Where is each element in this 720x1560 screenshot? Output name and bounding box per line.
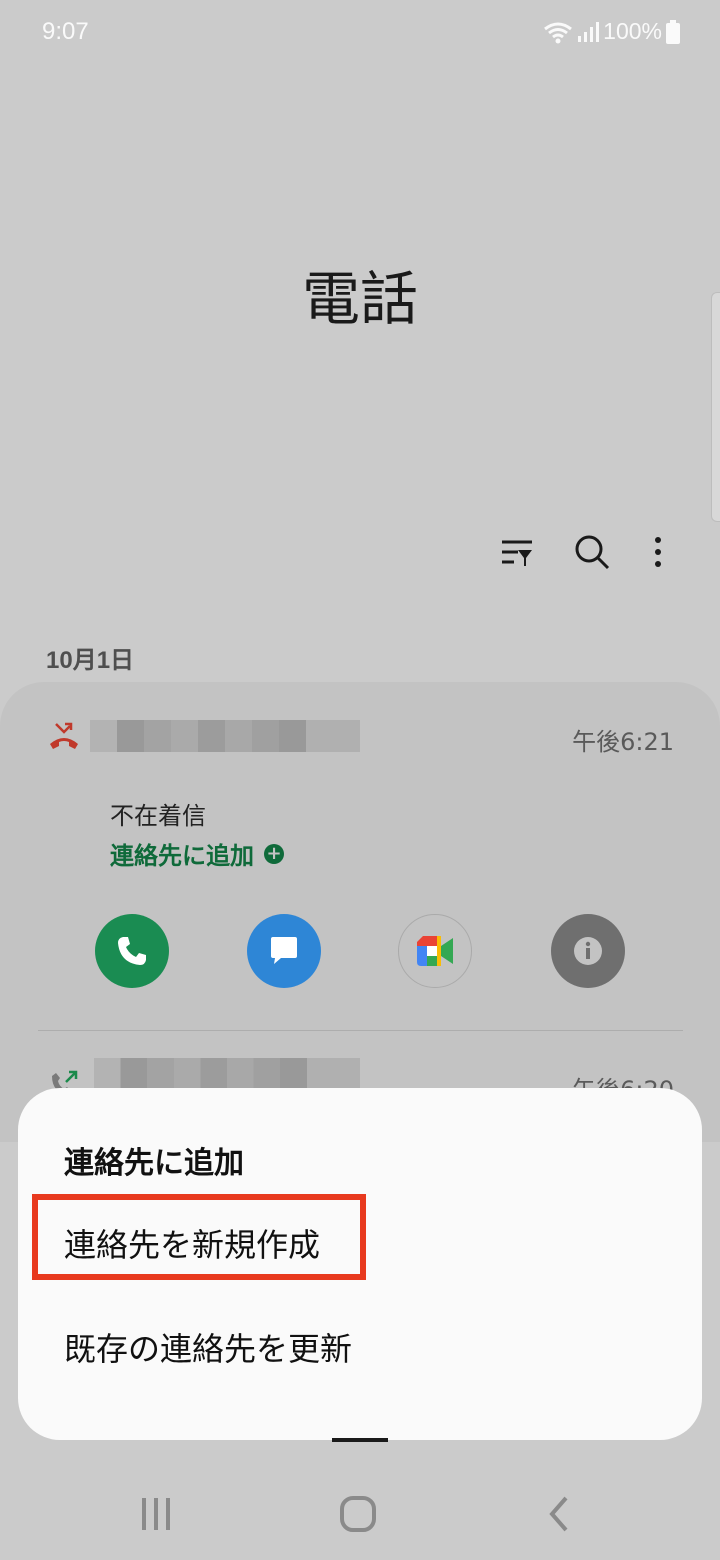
signal-icon	[578, 21, 600, 42]
update-existing-contact-option[interactable]: 既存の連絡先を更新	[64, 1324, 352, 1370]
wifi-icon	[544, 22, 573, 43]
home-icon[interactable]	[334, 1490, 382, 1538]
home-indicator	[332, 1438, 388, 1442]
message-icon	[271, 937, 297, 964]
sheet-title: 連絡先に追加	[64, 1146, 244, 1181]
search-icon[interactable]	[570, 530, 614, 574]
redacted-number[interactable]	[90, 720, 360, 752]
missed-call-icon	[50, 722, 78, 749]
info-icon	[574, 937, 602, 965]
battery-icon	[666, 19, 680, 44]
video-call-button[interactable]	[398, 914, 472, 988]
status-time: 9:07	[42, 18, 89, 45]
page-title: 電話	[301, 265, 418, 333]
message-button[interactable]	[247, 914, 321, 988]
add-contact-link[interactable]: 連絡先に追加 +	[110, 836, 284, 871]
call-button[interactable]	[95, 914, 169, 988]
back-icon[interactable]	[536, 1490, 584, 1538]
filter-icon[interactable]	[496, 530, 540, 574]
date-header: 10月1日	[46, 647, 135, 674]
recents-icon[interactable]	[132, 1490, 180, 1538]
phone-icon	[118, 937, 146, 965]
meet-video-icon	[417, 936, 453, 966]
more-vert-icon[interactable]	[636, 530, 680, 574]
add-contact-label: 連絡先に追加	[110, 842, 254, 870]
scroll-handle[interactable]	[711, 292, 720, 522]
call-time: 午後6:21	[572, 728, 674, 756]
highlight-box	[32, 1194, 366, 1280]
plus-circle-icon: +	[264, 843, 284, 864]
divider	[38, 1030, 683, 1031]
details-button[interactable]	[551, 914, 625, 988]
battery-percent: 100%	[603, 18, 662, 44]
redacted-number[interactable]	[94, 1058, 360, 1090]
status-icons: 100%	[543, 18, 680, 45]
call-type-label: 不在着信	[110, 802, 206, 830]
